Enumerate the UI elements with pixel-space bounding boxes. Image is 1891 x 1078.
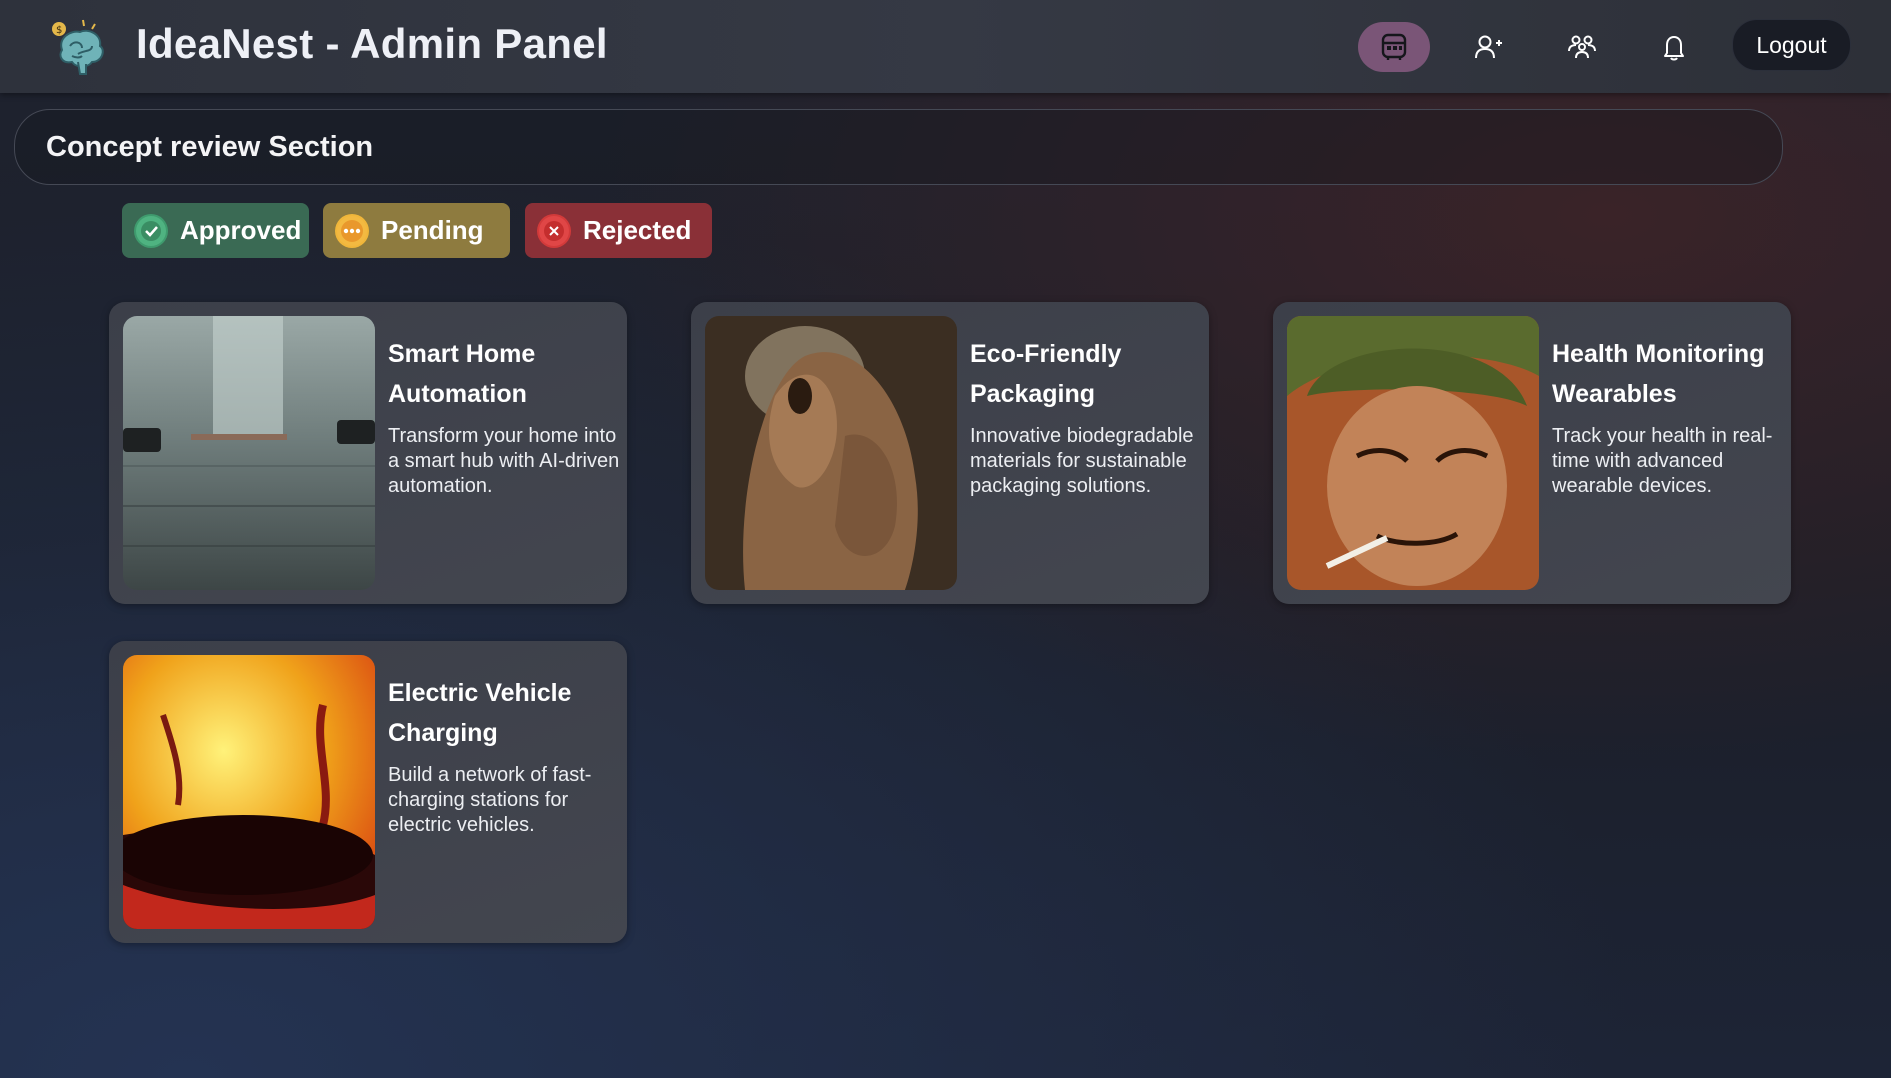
filter-pending-label: Pending (381, 215, 484, 245)
idea-title: Electric Vehicle Charging (388, 679, 572, 747)
idea-title: Eco-Friendly Packaging (970, 340, 1122, 408)
idea-image (1287, 316, 1539, 590)
idea-title: Health Monitoring Wearables (1552, 340, 1765, 408)
top-header: $ IdeaNest - Admin Panel Logout (0, 0, 1891, 93)
idea-image (705, 316, 957, 590)
idea-description: Innovative biodegradable materials for s… (970, 425, 1194, 497)
add-user-icon (1475, 35, 1502, 59)
filter-pending-button[interactable]: Pending (323, 203, 510, 258)
logout-button[interactable]: Logout (1732, 19, 1851, 71)
idea-image (123, 316, 375, 590)
check-badge-icon (134, 213, 168, 248)
nav-notifications-button[interactable] (1638, 22, 1710, 72)
brain-logo-icon: $ (48, 18, 110, 76)
idea-card[interactable]: Eco-Friendly Packaging Innovative biodeg… (691, 302, 1209, 604)
nav-dashboard-button[interactable] (1358, 22, 1430, 72)
users-group-icon (1568, 35, 1596, 59)
idea-card[interactable]: Smart Home Automation Transform your hom… (109, 302, 627, 604)
dashboard-icon (1381, 33, 1407, 60)
pending-dots-icon (335, 213, 369, 248)
idea-card[interactable]: Electric Vehicle Charging Build a networ… (109, 641, 627, 943)
svg-text:$: $ (56, 25, 62, 36)
idea-card[interactable]: Health Monitoring Wearables Track your h… (1273, 302, 1791, 604)
nav-users-group-button[interactable] (1546, 22, 1618, 72)
section-title: Concept review Section (46, 131, 374, 163)
idea-image (123, 655, 375, 929)
idea-title: Smart Home Automation (388, 340, 536, 408)
idea-description: Track your health in real-time with adva… (1552, 425, 1773, 497)
bell-icon (1664, 36, 1684, 61)
app-title: IdeaNest - Admin Panel (136, 20, 608, 67)
reject-x-icon (537, 213, 571, 248)
idea-description: Transform your home into a smart hub wit… (388, 425, 620, 497)
idea-description: Build a network of fast-charging station… (388, 764, 592, 836)
filter-approved-label: Approved (180, 215, 302, 245)
filter-approved-button[interactable]: Approved (122, 203, 309, 258)
filter-rejected-label: Rejected (583, 215, 692, 245)
filter-rejected-button[interactable]: Rejected (525, 203, 712, 258)
nav-add-user-button[interactable] (1452, 22, 1524, 72)
section-header: Concept review Section (14, 109, 1783, 185)
